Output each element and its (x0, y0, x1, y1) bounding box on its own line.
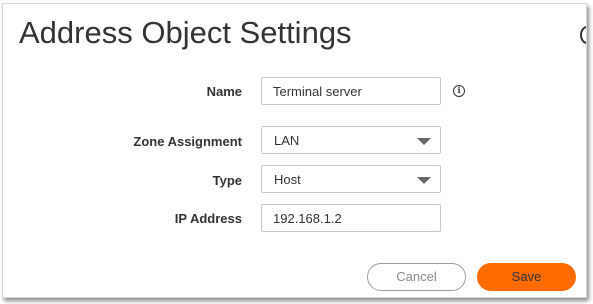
name-input[interactable] (262, 78, 440, 104)
type-label: Type (212, 173, 242, 188)
type-value: Host (274, 172, 301, 187)
address-object-settings-dialog: Address Object Settings Name i Zone Assi… (2, 3, 587, 298)
dialog-title: Address Object Settings (19, 15, 352, 50)
zone-assignment-value: LAN (274, 133, 300, 148)
name-field-container (261, 77, 441, 105)
zone-assignment-label: Zone Assignment (133, 134, 242, 149)
ip-address-label: IP Address (174, 211, 242, 226)
cancel-button[interactable]: Cancel (367, 263, 466, 291)
ip-address-input[interactable] (262, 205, 440, 231)
close-icon[interactable] (580, 26, 586, 44)
type-select[interactable]: Host (261, 165, 441, 193)
save-button[interactable]: Save (477, 263, 576, 291)
ip-address-field-container (261, 204, 441, 232)
name-label: Name (206, 84, 242, 99)
zone-assignment-select[interactable]: LAN (261, 126, 441, 154)
info-icon[interactable]: i (453, 85, 465, 97)
chevron-down-icon (417, 138, 431, 145)
chevron-down-icon (417, 177, 431, 184)
